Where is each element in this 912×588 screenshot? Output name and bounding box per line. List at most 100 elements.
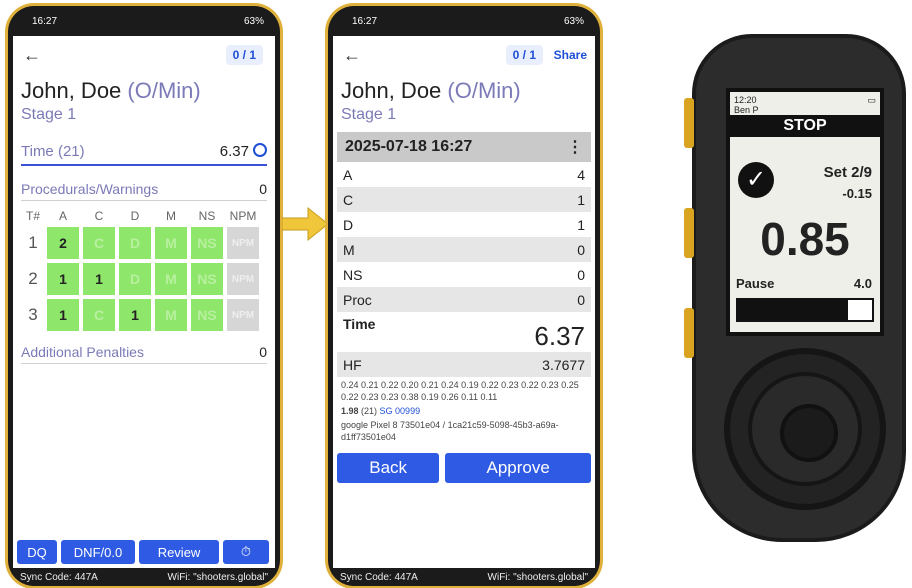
stage-label: Stage 1 <box>21 106 77 123</box>
scoring-screen: ← 0 / 1 John, Doe (O/Min) Stage 1 Time (… <box>13 36 275 568</box>
top-nav: ← 0 / 1 <box>13 36 275 74</box>
score-cell[interactable]: M <box>155 263 187 295</box>
status-time: 16:27 <box>352 15 378 27</box>
score-cell[interactable]: NPM <box>227 227 259 259</box>
stopwatch-button[interactable]: ⏱ <box>223 540 269 564</box>
grid-row: 1 2 C D M NS NPM <box>21 227 275 259</box>
battery-level: 63% <box>563 15 584 27</box>
dq-button[interactable]: DQ <box>17 540 57 564</box>
timer-progress-bar <box>736 298 874 322</box>
shooter-division: (O/Min) <box>447 78 521 103</box>
timer-link[interactable]: SG 00999 <box>380 406 421 416</box>
time-label: Time <box>343 316 376 332</box>
status-time: 16:27 <box>32 15 58 27</box>
stage-label: Stage 1 <box>341 106 397 123</box>
score-cell[interactable]: C <box>83 299 115 331</box>
review-screen: ← 0 / 1 Share John, Doe (O/Min) Stage 1 … <box>333 36 595 568</box>
score-cell[interactable]: D <box>119 227 151 259</box>
timer-battery-icon: ▭ <box>867 95 876 105</box>
timer-dial[interactable] <box>724 348 886 510</box>
score-cell[interactable]: NPM <box>227 263 259 295</box>
shooter-name-text: John, Doe <box>341 78 442 103</box>
score-cell[interactable]: M <box>155 227 187 259</box>
review-button[interactable]: Review <box>139 540 219 564</box>
back-arrow-icon[interactable]: ← <box>23 45 41 66</box>
timer-icon[interactable] <box>253 143 267 157</box>
more-menu-icon[interactable]: ⋮ <box>567 137 583 157</box>
pause-value: 4.0 <box>853 276 872 291</box>
timer-user: Ben P <box>734 105 759 115</box>
score-cell[interactable]: NS <box>191 227 223 259</box>
score-cell[interactable]: 2 <box>47 227 79 259</box>
review-phone: 16:27 63% ← 0 / 1 Share John, Doe (O/Min… <box>328 6 600 586</box>
score-value: 4 <box>577 166 585 183</box>
side-button[interactable] <box>684 308 694 358</box>
procedurals-row[interactable]: Procedurals/Warnings 0 <box>21 178 267 201</box>
target-number: 3 <box>28 305 38 324</box>
additional-penalties-row[interactable]: Additional Penalties 0 <box>21 341 267 364</box>
dial-center-button[interactable] <box>780 404 838 462</box>
timer-display: 12:20 ▭ Ben P STOP ✓ Set 2/9 -0.15 0.85 … <box>726 88 884 336</box>
score-cell[interactable]: D <box>119 263 151 295</box>
summary-line: 1.98 (21) SG 00999 <box>341 405 587 417</box>
score-row: M0 <box>337 237 591 262</box>
score-cell[interactable]: 1 <box>47 263 79 295</box>
shooter-counter[interactable]: 0 / 1 <box>505 45 543 65</box>
wifi-name: WiFi: "shooters.global" <box>167 571 268 583</box>
score-grid-header: T# A C D M NS NPM <box>21 209 275 223</box>
score-key: NS <box>343 266 363 283</box>
score-value: 0 <box>577 291 585 308</box>
time-row: Time 6.37 <box>337 312 591 352</box>
score-key: C <box>343 191 354 208</box>
dnf-button[interactable]: DNF/0.0 <box>61 540 135 564</box>
score-cell[interactable]: NPM <box>227 299 259 331</box>
pause-label: Pause <box>736 276 775 291</box>
score-cell[interactable]: 1 <box>119 299 151 331</box>
side-button[interactable] <box>684 208 694 258</box>
timer-progress-fill <box>738 300 848 320</box>
status-bar: 16:27 63% <box>328 6 600 36</box>
score-row: NS 0 <box>337 262 591 287</box>
timer-time: 0.85 <box>760 213 850 265</box>
flow-arrow-icon <box>282 206 329 242</box>
score-cell[interactable]: 1 <box>47 299 79 331</box>
score-cell[interactable]: C <box>83 227 115 259</box>
score-value: 0 <box>577 241 585 258</box>
score-row: A4 <box>337 162 591 187</box>
score-cell[interactable]: NS <box>191 263 223 295</box>
score-key: Proc <box>343 291 372 308</box>
device-info: google Pixel 8 73501e04 / 1ca21c59-5098-… <box>341 420 559 442</box>
footer-bar: Sync Code: 447A WiFi: "shooters.global" <box>8 568 280 586</box>
side-button[interactable] <box>684 98 694 148</box>
score-cell[interactable]: 1 <box>83 263 115 295</box>
review-actions: Back Approve <box>337 453 591 483</box>
bottom-actions: DQ DNF/0.0 Review ⏱ <box>17 540 271 564</box>
score-value: 0 <box>577 266 585 283</box>
shooter-counter[interactable]: 0 / 1 <box>225 45 263 65</box>
time-label: Time (21) <box>21 142 85 160</box>
back-arrow-icon[interactable]: ← <box>343 45 361 66</box>
battery-level: 63% <box>243 15 264 27</box>
share-button[interactable]: Share <box>554 48 587 62</box>
score-key: D <box>343 216 354 233</box>
approve-button[interactable]: Approve <box>445 453 591 483</box>
hit-factor-label: HF <box>343 356 362 373</box>
scoring-phone: 16:27 63% ← 0 / 1 John, Doe (O/Min) Stag… <box>8 6 280 586</box>
score-key: M <box>343 241 355 258</box>
back-button[interactable]: Back <box>337 453 440 483</box>
score-cell[interactable]: NS <box>191 299 223 331</box>
score-cell[interactable]: M <box>155 299 187 331</box>
shooter-division: (O/Min) <box>127 78 201 103</box>
time-value: 6.37 <box>219 143 249 160</box>
score-value: 1 <box>577 191 585 208</box>
score-row: Proc 0 <box>337 287 591 312</box>
grid-row: 2 1 1 D M NS NPM <box>21 263 275 295</box>
time-field[interactable]: Time (21) 6.37 <box>21 138 267 166</box>
target-number: 1 <box>28 233 38 252</box>
procedurals-label: Procedurals/Warnings <box>21 181 159 197</box>
timer-split: -0.15 <box>842 186 872 201</box>
procedurals-value: 0 <box>259 181 267 197</box>
score-value: 1 <box>577 216 585 233</box>
grid-header: NS <box>198 209 216 223</box>
wifi-name: WiFi: "shooters.global" <box>487 571 588 583</box>
